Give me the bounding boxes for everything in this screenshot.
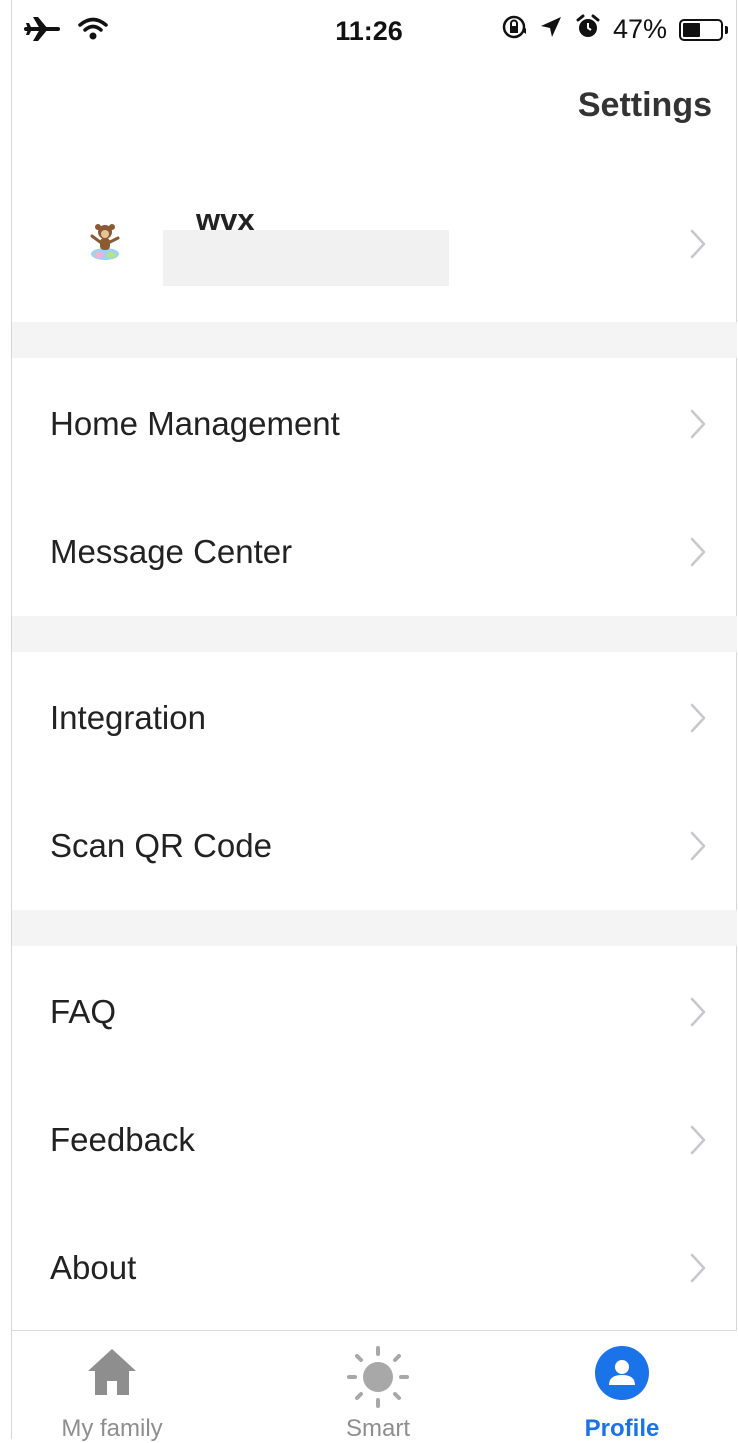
profile-icon [594, 1345, 650, 1406]
section-divider [12, 910, 737, 946]
menu-item-label: About [50, 1249, 137, 1286]
menu-item-feedback[interactable]: Feedback [12, 1076, 737, 1204]
menu-item-label: Home Management [50, 405, 340, 442]
battery-percent: 47% [612, 14, 667, 44]
chevron-right-icon [690, 229, 706, 259]
menu-item-faq[interactable]: FAQ [12, 948, 737, 1076]
redacted-account-info [163, 230, 449, 286]
menu-item-label: FAQ [50, 993, 117, 1030]
wifi-icon [78, 16, 108, 47]
tab-my-family[interactable]: My family [12, 1331, 212, 1442]
tab-profile[interactable]: Profile [522, 1331, 722, 1442]
menu-item-message-center[interactable]: Message Center [12, 488, 737, 616]
menu-item-label: Scan QR Code [50, 827, 272, 864]
tab-bar: My family Smart Profile [12, 1330, 737, 1442]
chevron-right-icon [690, 831, 706, 861]
status-bar: 11:26 47% [0, 0, 738, 62]
chevron-right-icon [690, 537, 706, 567]
airplane-icon [24, 14, 60, 49]
battery-icon [679, 18, 723, 41]
monkey-avatar-icon [88, 222, 122, 262]
chevron-right-icon [690, 1125, 706, 1155]
battery-level-fill [683, 22, 700, 37]
section-divider [12, 616, 737, 652]
alarm-icon [575, 14, 601, 45]
section-divider [12, 322, 737, 358]
home-icon [84, 1345, 140, 1406]
menu-item-about[interactable]: About [12, 1204, 737, 1332]
settings-button[interactable]: Settings [578, 86, 712, 125]
tab-smart[interactable]: Smart [278, 1331, 478, 1442]
menu-item-label: Feedback [50, 1121, 195, 1158]
chevron-right-icon [690, 997, 706, 1027]
sun-icon [346, 1345, 410, 1414]
profile-row[interactable]: wvx [12, 168, 737, 320]
battery-tip [725, 25, 728, 34]
chevron-right-icon [690, 1253, 706, 1283]
menu-item-scan-qr-code[interactable]: Scan QR Code [12, 782, 737, 910]
menu-item-label: Integration [50, 699, 206, 736]
orientation-lock-icon [501, 14, 527, 45]
chevron-right-icon [690, 703, 706, 733]
chevron-right-icon [690, 409, 706, 439]
username: wvx [196, 202, 255, 237]
menu-item-integration[interactable]: Integration [12, 654, 737, 782]
location-icon [539, 15, 563, 44]
menu-item-home-management[interactable]: Home Management [12, 360, 737, 488]
menu-item-label: Message Center [50, 533, 293, 570]
